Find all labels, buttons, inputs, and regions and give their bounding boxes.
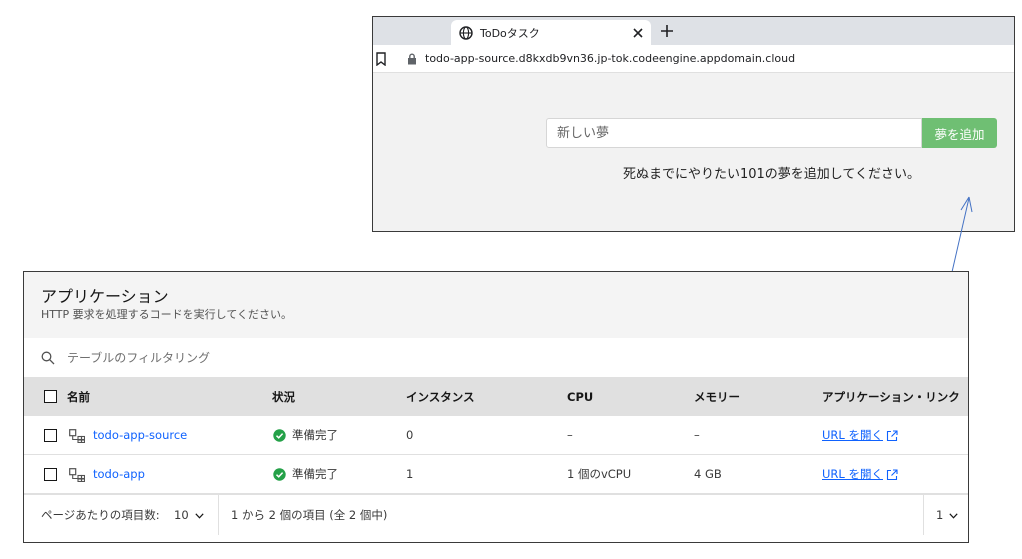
app-name-link[interactable]: todo-app — [93, 455, 145, 494]
page-title: アプリケーション — [41, 287, 169, 306]
instances-value: 0 — [406, 428, 414, 442]
table-header: 名前 状況 インスタンス CPU メモリー アプリケーション・リンク — [24, 378, 968, 416]
hint-text: 死ぬまでにやりたい101の夢を追加してください。 — [622, 167, 921, 182]
table-search — [24, 338, 968, 378]
chevron-down-icon — [949, 512, 958, 519]
browser-window: ToDoタスク todo-app-source.d8kxdb9vn36.jp-t… — [372, 16, 1015, 232]
row-checkbox[interactable] — [44, 468, 57, 481]
address-bar[interactable]: todo-app-source.d8kxdb9vn36.jp-tok.codee… — [373, 45, 1014, 73]
column-header-status[interactable]: 状況 — [272, 378, 295, 416]
check-circle-icon — [273, 429, 286, 442]
column-header-memory[interactable]: メモリー — [694, 378, 740, 416]
search-icon — [41, 351, 55, 365]
external-link-icon[interactable] — [886, 469, 898, 481]
table-row: todo-app-source 準備完了 0 – – URL を開く — [24, 416, 968, 455]
chevron-down-icon — [195, 512, 204, 519]
new-tab-plus-icon[interactable] — [659, 23, 675, 39]
column-header-cpu[interactable]: CPU — [567, 378, 593, 416]
pagination-bar: ページあたりの項目数: 10 1 から 2 個の項目 (全 2 個中) 1 — [24, 494, 968, 535]
add-dream-button[interactable]: 夢を追加 — [922, 118, 997, 148]
table-filter-input[interactable] — [67, 350, 467, 365]
memory-value: – — [694, 428, 700, 442]
application-icon — [69, 429, 85, 443]
tab-title: ToDoタスク — [480, 26, 540, 40]
browser-tab[interactable]: ToDoタスク — [451, 20, 651, 45]
column-header-instances[interactable]: インスタンス — [406, 378, 475, 416]
new-dream-input[interactable] — [546, 118, 922, 148]
column-header-app-link[interactable]: アプリケーション・リンク — [822, 378, 960, 416]
url-text[interactable]: todo-app-source.d8kxdb9vn36.jp-tok.codee… — [425, 52, 795, 65]
close-icon[interactable] — [631, 26, 645, 40]
status-text: 準備完了 — [292, 428, 338, 442]
pager-divider — [218, 495, 219, 535]
bookmark-icon[interactable] — [375, 51, 387, 66]
items-per-page-select[interactable]: 10 — [174, 495, 204, 535]
status-text: 準備完了 — [292, 467, 338, 481]
item-range-text: 1 から 2 個の項目 (全 2 個中) — [231, 508, 388, 522]
open-url-link[interactable]: URL を開く — [822, 416, 883, 455]
check-circle-icon — [273, 468, 286, 481]
select-all-checkbox[interactable] — [44, 390, 57, 403]
instances-value: 1 — [406, 467, 414, 481]
page-subtitle: HTTP 要求を処理するコードを実行してください。 — [41, 308, 292, 321]
app-name-link[interactable]: todo-app-source — [93, 416, 187, 455]
panel-header: アプリケーション HTTP 要求を処理するコードを実行してください。 — [24, 272, 968, 338]
applications-panel: アプリケーション HTTP 要求を処理するコードを実行してください。 名前 状況… — [23, 271, 969, 543]
items-per-page-value: 10 — [174, 508, 189, 522]
open-url-link[interactable]: URL を開く — [822, 455, 883, 494]
table-row: todo-app 準備完了 1 1 個のvCPU 4 GB URL を開く — [24, 455, 968, 494]
row-checkbox[interactable] — [44, 429, 57, 442]
lock-icon — [407, 53, 417, 65]
memory-value: 4 GB — [694, 467, 722, 481]
cpu-value: – — [567, 428, 573, 442]
external-link-icon[interactable] — [886, 430, 898, 442]
page-select[interactable]: 1 — [936, 495, 958, 535]
page-value: 1 — [936, 508, 944, 522]
items-per-page-label: ページあたりの項目数: — [41, 508, 160, 522]
column-header-name[interactable]: 名前 — [67, 378, 90, 416]
tab-strip: ToDoタスク — [373, 17, 1014, 45]
pager-divider — [923, 495, 924, 535]
globe-icon — [459, 25, 473, 40]
cpu-value: 1 個のvCPU — [567, 467, 632, 481]
application-icon — [69, 468, 85, 482]
